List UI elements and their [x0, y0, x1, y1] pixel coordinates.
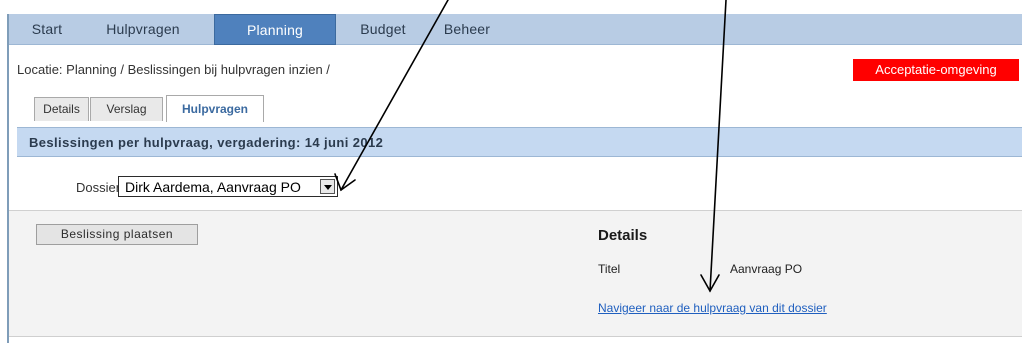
titel-label: Titel — [598, 262, 621, 276]
dossier-selected-value: Dirk Aardema, Aanvraag PO — [125, 179, 301, 195]
titel-value: Aanvraag PO — [730, 262, 803, 276]
tab-hulpvragen[interactable]: Hulpvragen — [166, 95, 264, 122]
dossier-select[interactable]: Dirk Aardema, Aanvraag PO — [118, 176, 338, 197]
details-heading: Details — [598, 227, 648, 244]
breadcrumb: Locatie: Planning / Beslissingen bij hul… — [17, 62, 330, 77]
place-decision-button[interactable]: Beslissing plaatsen — [36, 224, 198, 245]
tab-details[interactable]: Details — [34, 97, 89, 121]
chevron-down-icon[interactable] — [320, 179, 335, 194]
environment-badge: Acceptatie-omgeving — [853, 59, 1019, 81]
dossier-label: Dossier — [76, 180, 121, 195]
arrow-head — [334, 173, 356, 192]
section-header: Beslissingen per hulpvraag, vergadering:… — [17, 127, 1022, 157]
page: Start Hulpvragen Planning Budget Beheer … — [0, 0, 1022, 343]
nav-tab-planning[interactable]: Planning — [214, 14, 336, 45]
section-title: Beslissingen per hulpvraag, vergadering:… — [29, 135, 384, 150]
nav-tab-start[interactable]: Start — [19, 14, 75, 45]
nav-tab-budget[interactable]: Budget — [341, 14, 425, 45]
top-navigation: Start Hulpvragen Planning Budget Beheer — [9, 14, 1022, 45]
tab-verslag[interactable]: Verslag — [90, 97, 163, 121]
divider — [9, 336, 1022, 337]
nav-tab-hulpvragen[interactable]: Hulpvragen — [79, 14, 207, 45]
navigate-to-request-link[interactable]: Navigeer naar de hulpvraag van dit dossi… — [598, 301, 827, 315]
nav-tab-beheer[interactable]: Beheer — [427, 14, 507, 45]
